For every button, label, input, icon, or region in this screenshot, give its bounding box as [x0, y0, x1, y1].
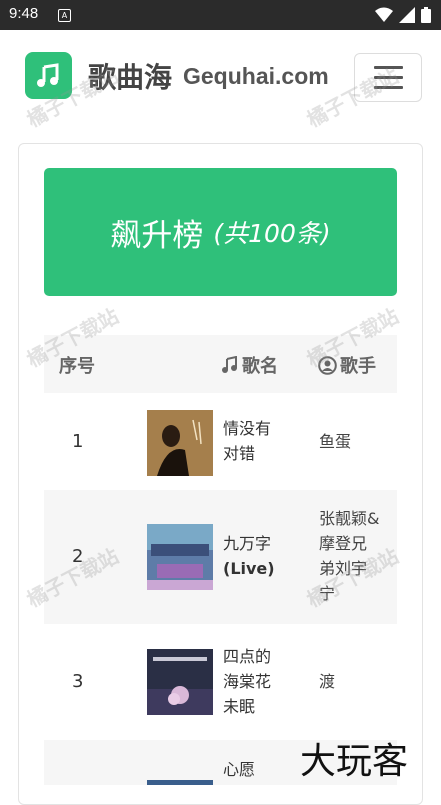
- song-name-line: 心愿: [223, 760, 256, 779]
- brand-name-cn[interactable]: 歌曲海: [88, 56, 172, 96]
- song-name-line: 对错: [223, 444, 256, 463]
- chart-count: (共100条): [213, 219, 331, 248]
- album-cover[interactable]: [147, 649, 213, 715]
- artist-name-line: 渡: [319, 672, 336, 691]
- table-row[interactable]: 3 四点的 海棠花 未眠 渡: [44, 624, 397, 740]
- col-index-label: 序号: [59, 356, 95, 377]
- artist-name-line: 张靓颖&: [319, 509, 380, 528]
- status-icons: [375, 7, 431, 23]
- status-time: 9:48: [9, 5, 39, 22]
- artist-name[interactable]: 鱼蛋: [319, 429, 391, 454]
- signal-icon: [399, 7, 415, 23]
- col-artist-label: 歌手: [340, 356, 376, 377]
- song-name-line: 海棠花: [223, 672, 272, 691]
- chart-title: 飙升榜: [110, 217, 204, 254]
- site-header: 歌曲海 Gequhai.com: [0, 30, 441, 125]
- song-name-line: 九万字: [223, 534, 272, 553]
- col-song-label: 歌名: [242, 356, 278, 377]
- song-table: 序号 歌名 歌手 1 情没有 对错 鱼蛋 2 九万字 (Live) 张靓颖& 摩…: [44, 335, 397, 785]
- battery-icon: [421, 7, 431, 23]
- song-name-line: 四点的: [223, 647, 272, 666]
- corner-watermark: 大玩客: [300, 741, 409, 782]
- notification-icon: A: [58, 9, 71, 22]
- song-name[interactable]: 九万字 (Live): [223, 531, 283, 581]
- menu-button[interactable]: [354, 53, 422, 102]
- status-bar: 9:48 A: [0, 0, 441, 30]
- wifi-icon: [375, 7, 393, 22]
- hamburger-line: [374, 86, 403, 89]
- artist-name[interactable]: 渡: [319, 669, 391, 694]
- song-name[interactable]: 情没有 对错: [223, 416, 283, 466]
- song-name[interactable]: 四点的 海棠花 未眠: [223, 644, 283, 719]
- artist-name[interactable]: 张靓颖& 摩登兄 弟刘宇 宁: [319, 506, 391, 606]
- album-cover[interactable]: [147, 410, 213, 476]
- brand-name-en[interactable]: Gequhai.com: [183, 63, 329, 90]
- row-index: 3: [72, 671, 84, 692]
- song-name-line: 未眠: [223, 697, 256, 716]
- album-cover[interactable]: [147, 524, 213, 590]
- song-name-line: 情没有: [223, 419, 272, 438]
- music-note-icon: [37, 63, 59, 87]
- row-index: 2: [72, 546, 84, 567]
- hamburger-icon: [374, 66, 403, 69]
- user-icon: [318, 355, 337, 375]
- col-song-header: 歌名: [221, 352, 278, 378]
- artist-name-line: 摩登兄: [319, 534, 368, 553]
- artist-name-line: 宁: [319, 584, 336, 603]
- table-header: 序号 歌名 歌手: [44, 335, 397, 393]
- music-note-icon: [222, 356, 237, 373]
- chart-banner: 飙升榜 (共100条): [44, 168, 397, 296]
- site-logo[interactable]: [25, 52, 72, 99]
- col-index-header: 序号: [59, 352, 95, 378]
- col-artist-header: 歌手: [318, 352, 376, 378]
- hamburger-line: [374, 76, 403, 79]
- artist-name-line: 鱼蛋: [319, 432, 352, 451]
- album-cover[interactable]: [147, 780, 213, 785]
- song-name-live: (Live): [223, 559, 275, 578]
- table-row[interactable]: 2 九万字 (Live) 张靓颖& 摩登兄 弟刘宇 宁: [44, 490, 397, 624]
- song-name-line: (Live): [223, 556, 283, 581]
- artist-name-line: 弟刘宇: [319, 559, 368, 578]
- row-index: 1: [72, 431, 84, 452]
- song-name[interactable]: 心愿: [223, 757, 283, 782]
- table-row[interactable]: 1 情没有 对错 鱼蛋: [44, 393, 397, 490]
